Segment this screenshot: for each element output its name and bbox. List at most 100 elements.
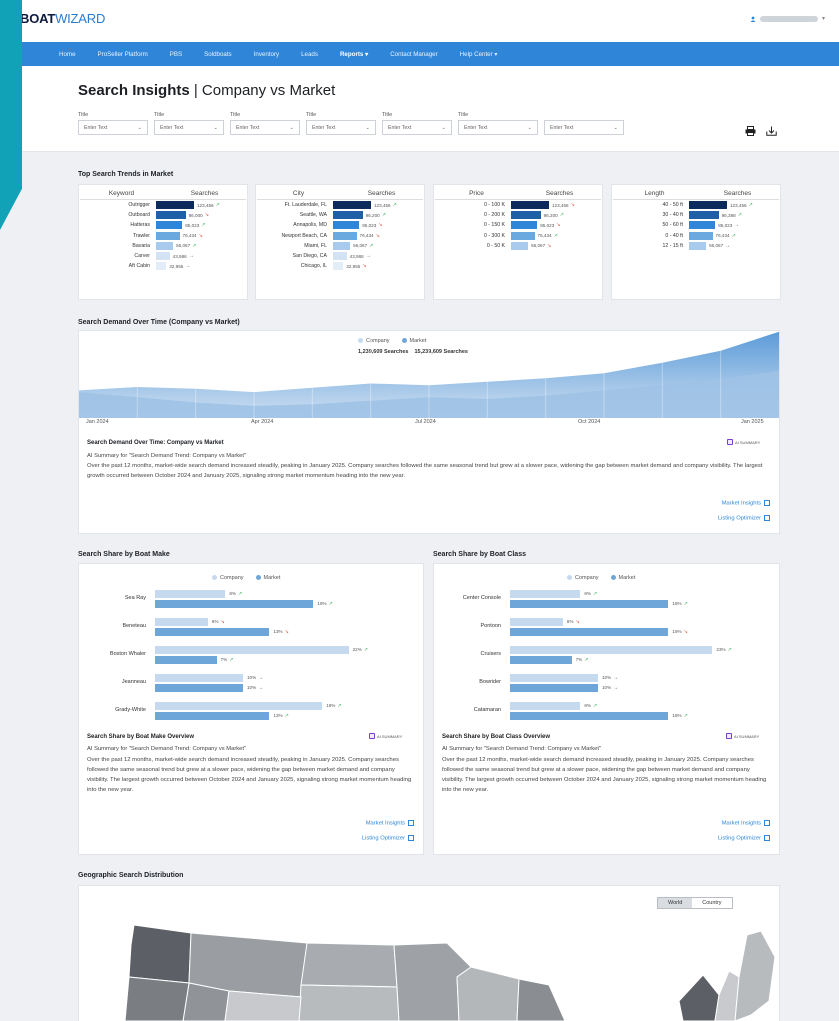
bar-value: 7% ↗ (576, 657, 589, 663)
legend-market: Market (610, 575, 635, 581)
col-header: Keyword (108, 190, 135, 197)
demand-summary-title: Search Demand Over Time: Company vs Mark… (87, 440, 224, 446)
trend-bar (333, 241, 351, 250)
nav-item-5[interactable]: Leads (290, 51, 329, 58)
bar-company (155, 702, 323, 710)
bar-value: 18% ↗ (317, 601, 332, 607)
bar-category-label: Sea Ray (124, 595, 146, 601)
trend-bar-cell: 56,067 ↘ (511, 241, 601, 250)
listing-optimizer-link[interactable]: Listing Optimizer (300, 835, 414, 842)
print-icon[interactable] (745, 126, 756, 136)
trend-value: 96,200 (543, 212, 558, 218)
trend-row: 0 - 50 K 56,067 ↘ (435, 241, 601, 251)
bar-value-text: 7% (220, 657, 228, 662)
state-michigan[interactable] (516, 978, 566, 1021)
trend-bar (156, 221, 183, 230)
nav-item-6[interactable]: Reports ▾ (329, 51, 379, 58)
filter-label: Title (154, 112, 165, 118)
col-header: Price (469, 190, 484, 197)
nav-item-0[interactable]: Home (48, 51, 87, 58)
trend-bar-cell: 96,200 ↗ (511, 211, 601, 220)
top-trends-title: Top Search Trends in Market (78, 171, 174, 178)
chevron-down-icon: ⌄ (213, 124, 218, 131)
filter-5: Title Enter Text ⌄ (458, 112, 538, 135)
download-icon[interactable] (766, 126, 777, 136)
filter-select[interactable]: Enter Text ⌄ (230, 120, 300, 135)
trend-bar-cell: 123,456 ↗ (156, 201, 246, 210)
filter-value: Enter Text (160, 124, 184, 131)
trend-value: 32,955 (346, 263, 361, 269)
market-insights-link[interactable]: Market Insights (660, 500, 770, 507)
state-north-dakota[interactable] (300, 942, 398, 988)
nav-item-1[interactable]: ProSeller Platform (87, 51, 159, 58)
trend-bar (689, 231, 713, 240)
trend-bar-cell: 85,023 ↘ (511, 221, 601, 230)
filter-select[interactable]: Enter Text ⌄ (458, 120, 538, 135)
market-insights-link[interactable]: Market Insights (300, 820, 414, 827)
nav-item-4[interactable]: Inventory (243, 51, 290, 58)
trend-value: 56,067 (709, 243, 724, 249)
trend-bar (511, 201, 549, 210)
listing-optimizer-link[interactable]: Listing Optimizer (656, 835, 770, 842)
bar-value-text: 13% (273, 713, 283, 718)
nav-item-3[interactable]: Soldboats (193, 51, 243, 58)
filter-select[interactable]: Enter Text ⌄ (154, 120, 224, 135)
us-map[interactable] (79, 905, 779, 1021)
bar-company (510, 674, 598, 682)
bar-value: 22% ↗ (353, 647, 368, 653)
state-oregon[interactable] (124, 976, 190, 1021)
trend-arrow-icon: ↘ (378, 222, 383, 229)
bar-category-label: Grady-White (115, 707, 146, 713)
trend-label: Carver (134, 253, 150, 260)
market-insights-link[interactable]: Market Insights (656, 820, 770, 827)
trend-row: Hatteras 85,023 ↗ (80, 220, 246, 230)
state-wisconsin[interactable] (456, 966, 520, 1021)
state-maine[interactable] (734, 930, 776, 1021)
listing-optimizer-link[interactable]: Listing Optimizer (660, 515, 770, 522)
trend-arrow-icon: → (613, 685, 619, 691)
logo[interactable]: BOATWIZARD (20, 11, 105, 26)
trend-arrow-icon: ↗ (593, 591, 598, 597)
state-new-york[interactable] (678, 974, 720, 1021)
filter-value: Enter Text (236, 124, 260, 131)
bar-value-text: 18% (672, 601, 682, 606)
nav-item-7[interactable]: Contact Manager (379, 51, 448, 58)
trend-bar-cell: 56,067 ↗ (333, 241, 423, 250)
filter-select[interactable]: Enter Text ⌄ (382, 120, 452, 135)
trend-arrow-icon: ↘ (220, 619, 225, 625)
ai-summary-icon (726, 733, 732, 739)
chevron-down-icon: ⌄ (441, 124, 446, 131)
nav-item-8[interactable]: Help Center ▾ (449, 51, 509, 58)
trend-label: 0 - 150 K (483, 222, 505, 229)
trend-arrow-icon: → (258, 685, 264, 691)
bar-category-label: Bowrider (479, 679, 501, 685)
bar-category-label: Center Console (462, 595, 501, 601)
chevron-down-icon: ⌄ (365, 124, 370, 131)
trend-bar-cell: 56,067 ↗ (156, 241, 246, 250)
trend-row: 40 - 50 ft 123,456 ↗ (613, 200, 779, 210)
bar-value-text: 8% (229, 591, 237, 596)
nav-item-2[interactable]: PBS (159, 51, 193, 58)
trend-table-header: Keyword Searches (80, 187, 246, 200)
chevron-down-icon: ⌄ (613, 124, 618, 131)
user-menu[interactable]: ▾ (750, 15, 825, 22)
bar-value-text: 10% (602, 675, 612, 680)
trend-bar (333, 211, 363, 220)
trend-bar (511, 211, 541, 220)
filter-select[interactable]: Enter Text ⌄ (306, 120, 376, 135)
make-summary-title: Search Share by Boat Make Overview (87, 734, 195, 740)
trend-arrow-icon: ↗ (392, 202, 397, 209)
filter-value: Enter Text (464, 124, 488, 131)
trend-arrow-icon: ↗ (284, 713, 289, 719)
trend-value: 56,067 (353, 243, 368, 249)
state-washington[interactable] (128, 924, 192, 984)
bar-value: 10% → (602, 685, 618, 691)
trend-row: 12 - 15 ft 56,067 → (613, 241, 779, 251)
filter-select[interactable]: Enter Text ⌄ (78, 120, 148, 135)
filter-select[interactable]: Enter Text ⌄ (544, 120, 624, 135)
trend-bar-cell: 123,456 ↘ (511, 201, 601, 210)
trend-row: Bavaria 56,067 ↗ (80, 241, 246, 251)
filter-0: Title Enter Text ⌄ (78, 112, 148, 135)
state-south-dakota[interactable] (298, 984, 400, 1021)
external-link-icon (764, 820, 770, 826)
